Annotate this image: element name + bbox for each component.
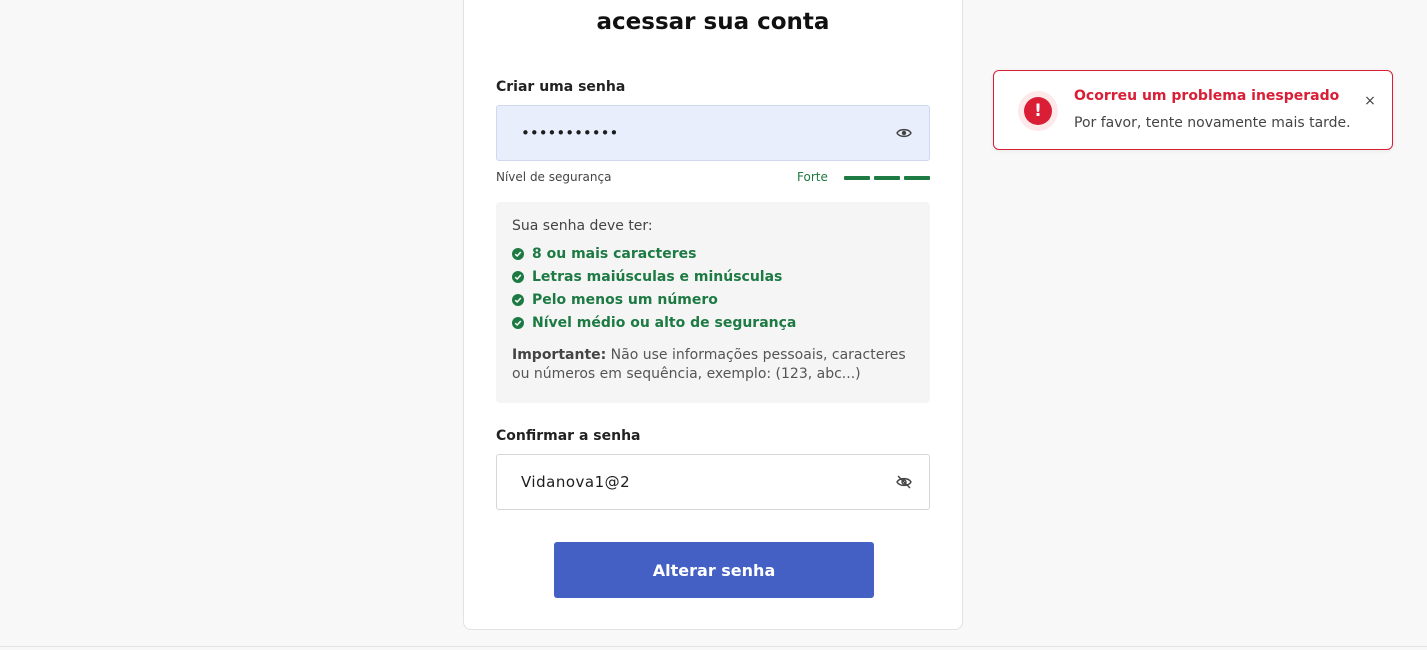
strength-meter: Nível de segurança Forte <box>496 170 930 186</box>
strength-value: Forte <box>797 170 828 184</box>
check-circle-icon <box>512 316 524 329</box>
rule-text: Letras maiúsculas e minúsculas <box>532 268 783 285</box>
page: acessar sua conta Criar uma senha ••••••… <box>0 0 1427 650</box>
important-note: Importante: Não use informações pessoais… <box>512 346 914 384</box>
error-icon-wrap: ! <box>1018 91 1058 131</box>
footer-divider <box>0 646 1427 647</box>
rule-text: 8 ou mais caracteres <box>532 245 697 262</box>
toast-title: Ocorreu um problema inesperado <box>1074 88 1340 104</box>
password-field[interactable]: ••••••••••• <box>496 105 930 161</box>
strength-bar-3 <box>904 176 930 180</box>
change-password-button[interactable]: Alterar senha <box>554 542 874 598</box>
password-value[interactable]: ••••••••••• <box>521 124 895 142</box>
confirm-value[interactable]: Vidanova1@2 <box>521 473 895 491</box>
rule-text: Nível médio ou alto de segurança <box>532 314 797 331</box>
strength-bar-1 <box>844 176 870 180</box>
toast-message: Por favor, tente novamente mais tarde. <box>1074 115 1351 131</box>
strength-bar-2 <box>874 176 900 180</box>
alert-icon: ! <box>1024 97 1052 125</box>
confirm-password-field[interactable]: Vidanova1@2 <box>496 454 930 510</box>
eye-icon[interactable] <box>895 124 913 142</box>
confirm-label: Confirmar a senha <box>496 428 641 444</box>
rule-item: Nível médio ou alto de segurança <box>512 311 914 334</box>
check-circle-icon <box>512 270 524 283</box>
rule-item: Letras maiúsculas e minúsculas <box>512 265 914 288</box>
eye-off-icon[interactable] <box>895 473 913 491</box>
important-label: Importante: <box>512 347 607 363</box>
password-label: Criar uma senha <box>496 79 626 95</box>
check-circle-icon <box>512 293 524 306</box>
error-toast: ! Ocorreu um problema inesperado Por fav… <box>993 70 1393 150</box>
close-icon[interactable]: × <box>1362 93 1378 109</box>
rule-text: Pelo menos um número <box>532 291 718 308</box>
page-title: acessar sua conta <box>596 9 830 35</box>
check-circle-icon <box>512 247 524 260</box>
change-password-card: acessar sua conta Criar uma senha ••••••… <box>463 0 963 630</box>
password-rules: Sua senha deve ter: 8 ou mais caracteres… <box>496 202 930 403</box>
rule-item: 8 ou mais caracteres <box>512 242 914 265</box>
rules-title: Sua senha deve ter: <box>512 218 653 234</box>
rule-item: Pelo menos um número <box>512 288 914 311</box>
strength-label: Nível de segurança <box>496 170 612 184</box>
